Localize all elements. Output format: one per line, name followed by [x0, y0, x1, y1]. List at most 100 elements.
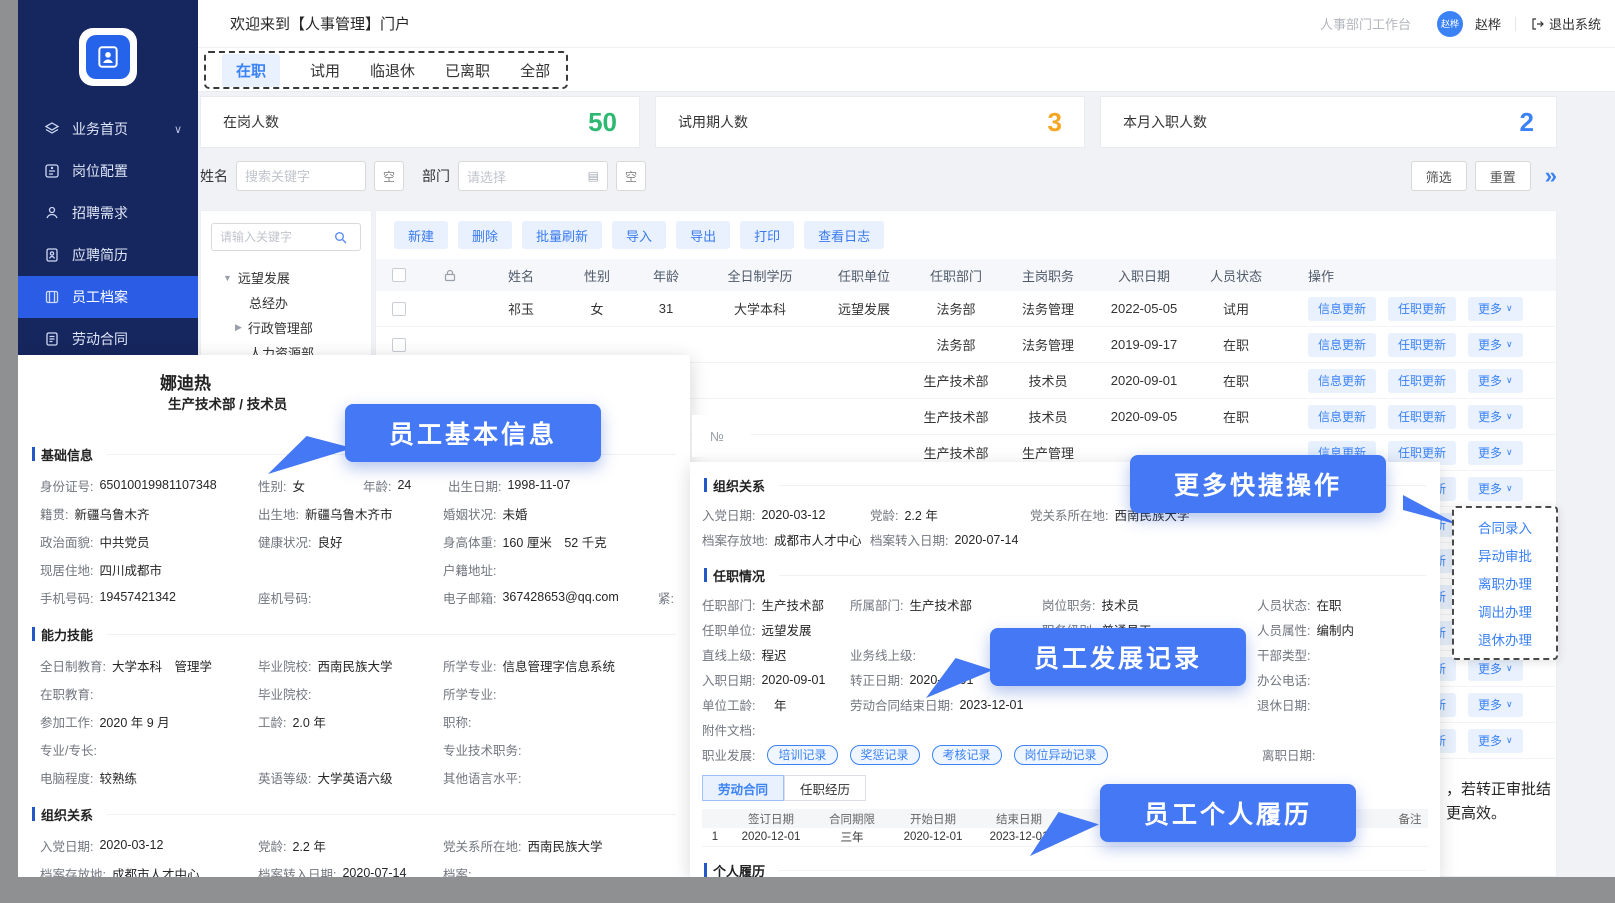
- toolbar-button[interactable]: 批量刷新: [522, 221, 602, 249]
- column-header: 姓名: [478, 266, 564, 285]
- toolbar-button[interactable]: 导入: [612, 221, 666, 249]
- field-value: 新疆乌鲁木齐: [74, 504, 149, 523]
- field-label: 党关系所在地:: [1030, 505, 1108, 524]
- toolbar-button[interactable]: 删除: [458, 221, 512, 249]
- avatar[interactable]: 赵桦: [1437, 11, 1463, 37]
- sidebar-item-position[interactable]: 岗位配置: [18, 150, 198, 192]
- field: 毕业院校:西南民族大学: [258, 656, 443, 675]
- record-pill-button[interactable]: 培训记录: [767, 745, 837, 765]
- filter-button[interactable]: 筛选: [1411, 161, 1467, 191]
- action-button[interactable]: 任职更新: [1388, 369, 1456, 393]
- employment-sections: 组织关系入党日期:2020-03-12党龄:2.2 年党关系所在地:西南民族大学…: [690, 476, 1440, 767]
- tree-search-box: [211, 223, 361, 251]
- row-actions: 信息更新任职更新更多∨: [1278, 297, 1556, 321]
- status-tab[interactable]: 已离职: [445, 60, 490, 81]
- action-button[interactable]: 任职更新: [1388, 441, 1456, 465]
- sidebar-item-archive[interactable]: 员工档案: [18, 276, 198, 318]
- more-actions-button[interactable]: 更多∨: [1468, 333, 1523, 357]
- toolbar-button[interactable]: 导出: [676, 221, 730, 249]
- dept-select[interactable]: 请选择 ▤: [458, 161, 608, 191]
- status-tab[interactable]: 在职: [222, 54, 280, 87]
- tree-node[interactable]: ▶行政管理部: [201, 315, 371, 340]
- toolbar-button[interactable]: 查看日志: [804, 221, 884, 249]
- record-pill-button[interactable]: 奖惩记录: [850, 745, 920, 765]
- row-actions: 信息更新任职更新更多∨: [1278, 405, 1556, 429]
- field: 职业发展:培训记录奖惩记录考核记录岗位异动记录: [702, 745, 1262, 765]
- reset-button[interactable]: 重置: [1475, 161, 1531, 191]
- field-label: 档案转入日期:: [870, 530, 948, 549]
- logout-button[interactable]: 退出系统: [1530, 14, 1601, 33]
- action-button[interactable]: 信息更新: [1308, 333, 1376, 357]
- sidebar-item-contract[interactable]: 劳动合同: [18, 318, 198, 360]
- table-row[interactable]: 祁玉女31大学本科远望发展法务部法务管理2022-05-05试用信息更新任职更新…: [376, 291, 1556, 327]
- toolbar-button[interactable]: 新建: [394, 221, 448, 249]
- row-checkbox[interactable]: [392, 302, 406, 316]
- field: 退休日期:: [1257, 695, 1440, 714]
- more-actions-button[interactable]: 更多∨: [1468, 297, 1523, 321]
- detail-tab[interactable]: 任职经历: [784, 775, 866, 801]
- field-value: 良好: [317, 532, 342, 551]
- action-button[interactable]: 信息更新: [1308, 297, 1376, 321]
- tree-node-root[interactable]: ▼远望发展: [201, 265, 371, 290]
- chevron-down-icon: ∨: [1506, 447, 1513, 458]
- field-value: 技术员: [1101, 595, 1139, 614]
- status-tab[interactable]: 试用: [310, 60, 340, 81]
- field-value: 2020-07-14: [954, 533, 1018, 547]
- action-button[interactable]: 信息更新: [1308, 369, 1376, 393]
- status-tab[interactable]: 临退休: [370, 60, 415, 81]
- field: 政治面貌:中共党员: [40, 532, 258, 551]
- sidebar-item-label: 业务首页: [72, 119, 128, 139]
- cell-hire_date: 2019-09-17: [1094, 337, 1194, 352]
- quick-menu-item[interactable]: 合同录入: [1454, 513, 1556, 541]
- more-actions-button[interactable]: 更多∨: [1468, 369, 1523, 393]
- action-button[interactable]: 任职更新: [1388, 297, 1456, 321]
- quick-menu-item[interactable]: 离职办理: [1454, 569, 1556, 597]
- name-empty-toggle[interactable]: 空: [374, 161, 404, 191]
- row-checkbox[interactable]: [392, 338, 406, 352]
- header-right: 人事部门工作台 赵桦 赵桦 退出系统: [1320, 11, 1601, 37]
- status-tab-group: 在职 试用 临退休 已离职 全部: [204, 51, 568, 89]
- org-picker-icon[interactable]: ▤: [588, 169, 599, 183]
- tree-search-input[interactable]: [220, 230, 330, 244]
- field-label: 电子邮箱:: [443, 588, 496, 607]
- record-pill-button[interactable]: 考核记录: [932, 745, 1002, 765]
- quick-menu-item[interactable]: 调出办理: [1454, 597, 1556, 625]
- select-all-checkbox[interactable]: [392, 268, 406, 282]
- page-title: 欢迎来到【人事管理】门户: [230, 13, 410, 34]
- field-row: 籍贯:新疆乌鲁木齐出生地:新疆乌鲁木齐市婚姻状况:未婚: [18, 499, 690, 527]
- callout-resume: 员工个人履历: [1100, 784, 1356, 842]
- field-row: 附件文档:: [690, 717, 1440, 742]
- name-search-input[interactable]: [236, 161, 366, 191]
- toolbar-button[interactable]: 打印: [740, 221, 794, 249]
- detail-tab[interactable]: 劳动合同: [702, 775, 784, 801]
- tree-node[interactable]: 总经办: [201, 290, 371, 315]
- record-pill-button[interactable]: 岗位异动记录: [1014, 745, 1108, 765]
- callout-dev-records: 员工发展记录: [990, 628, 1246, 686]
- collapse-chevrons-icon[interactable]: »: [1545, 165, 1557, 187]
- more-actions-button[interactable]: 更多∨: [1468, 693, 1523, 717]
- field-row: 职业发展:培训记录奖惩记录考核记录岗位异动记录离职日期:: [690, 742, 1440, 767]
- sidebar-item-resume[interactable]: 应聘简历: [18, 234, 198, 276]
- column-header: 操作: [1278, 266, 1556, 285]
- sidebar-item-label: 招聘需求: [72, 203, 128, 223]
- status-tab[interactable]: 全部: [520, 60, 550, 81]
- field-value: 大学英语六级: [317, 768, 392, 787]
- field: 所学专业:信息管理字信息系统: [443, 656, 690, 675]
- quick-menu-item[interactable]: 异动审批: [1454, 541, 1556, 569]
- chevron-down-icon: ∨: [1506, 375, 1513, 386]
- more-actions-button[interactable]: 更多∨: [1468, 657, 1523, 681]
- field-label: 入党日期:: [702, 505, 755, 524]
- quick-menu-item[interactable]: 退休办理: [1454, 625, 1556, 653]
- section-bar: [704, 568, 707, 582]
- callout-quick-ops: 更多快捷操作: [1130, 455, 1386, 513]
- more-actions-button[interactable]: 更多∨: [1468, 477, 1523, 501]
- sidebar-item-recruit[interactable]: 招聘需求: [18, 192, 198, 234]
- sidebar-item-home[interactable]: 业务首页∨: [18, 108, 198, 150]
- action-button[interactable]: 任职更新: [1388, 333, 1456, 357]
- action-button[interactable]: 信息更新: [1308, 405, 1376, 429]
- dept-empty-toggle[interactable]: 空: [616, 161, 646, 191]
- more-actions-button[interactable]: 更多∨: [1468, 729, 1523, 753]
- action-button[interactable]: 任职更新: [1388, 405, 1456, 429]
- more-actions-button[interactable]: 更多∨: [1468, 405, 1523, 429]
- more-actions-button[interactable]: 更多∨: [1468, 441, 1523, 465]
